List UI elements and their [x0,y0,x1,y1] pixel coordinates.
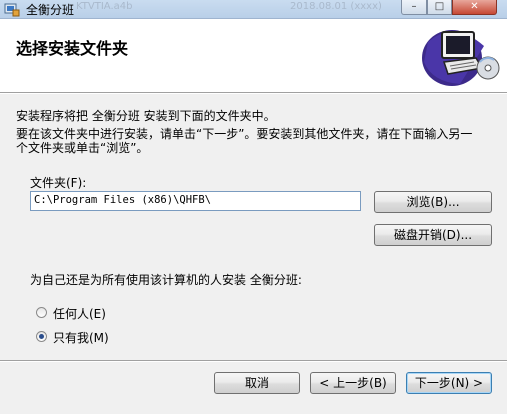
folder-path-input[interactable]: C:\Program Files (x86)\QHFB\ [30,191,361,211]
folder-label: 文件夹(F): [30,176,87,190]
header-banner: 选择安装文件夹 [0,19,507,93]
instructions-line-2: 个文件夹或单击“浏览”。 [16,141,149,155]
title-ghost-text: KTVTIA.a4b [76,1,133,12]
installer-icon [4,3,20,17]
window-title: 全衡分班 [26,3,75,17]
back-button[interactable]: < 上一步(B) [310,372,396,394]
radio-button-everyone[interactable] [36,307,47,318]
computer-install-icon [422,30,500,86]
page-title: 选择安装文件夹 [16,39,129,58]
intro-text: 安装程序将把 全衡分班 安装到下面的文件夹中。 [16,109,276,123]
maximize-icon: □ [434,1,445,12]
maximize-button[interactable]: □ [427,0,452,15]
cancel-button[interactable]: 取消 [214,372,300,394]
install-for-question: 为自己还是为所有使用该计算机的人安装 全衡分班: [30,273,302,287]
radio-everyone-label[interactable]: 任何人(E) [53,305,106,322]
minimize-icon: – [411,1,417,12]
title-ghost-text-2: 2018.08.01 (xxxx) [290,1,382,12]
minimize-button[interactable]: – [401,0,427,15]
title-bar[interactable]: 全衡分班 KTVTIA.a4b 2018.08.01 (xxxx) – □ ✕ [0,0,507,19]
browse-button[interactable]: 浏览(B)... [374,191,492,213]
close-icon: ✕ [470,1,479,12]
instructions-line-1: 要在该文件夹中进行安装，请单击“下一步”。要安装到其他文件夹，请在下面输入另一 [16,127,473,141]
next-button[interactable]: 下一步(N) > [406,372,492,394]
banner-divider [0,93,507,94]
disk-cost-button[interactable]: 磁盘开销(D)... [374,224,492,246]
radio-button-just-me[interactable] [36,331,47,342]
instructions-text: 要在该文件夹中进行安装，请单击“下一步”。要安装到其他文件夹，请在下面输入另一 … [16,127,472,155]
close-button[interactable]: ✕ [452,0,497,15]
radio-just-me-label[interactable]: 只有我(M) [53,329,109,346]
